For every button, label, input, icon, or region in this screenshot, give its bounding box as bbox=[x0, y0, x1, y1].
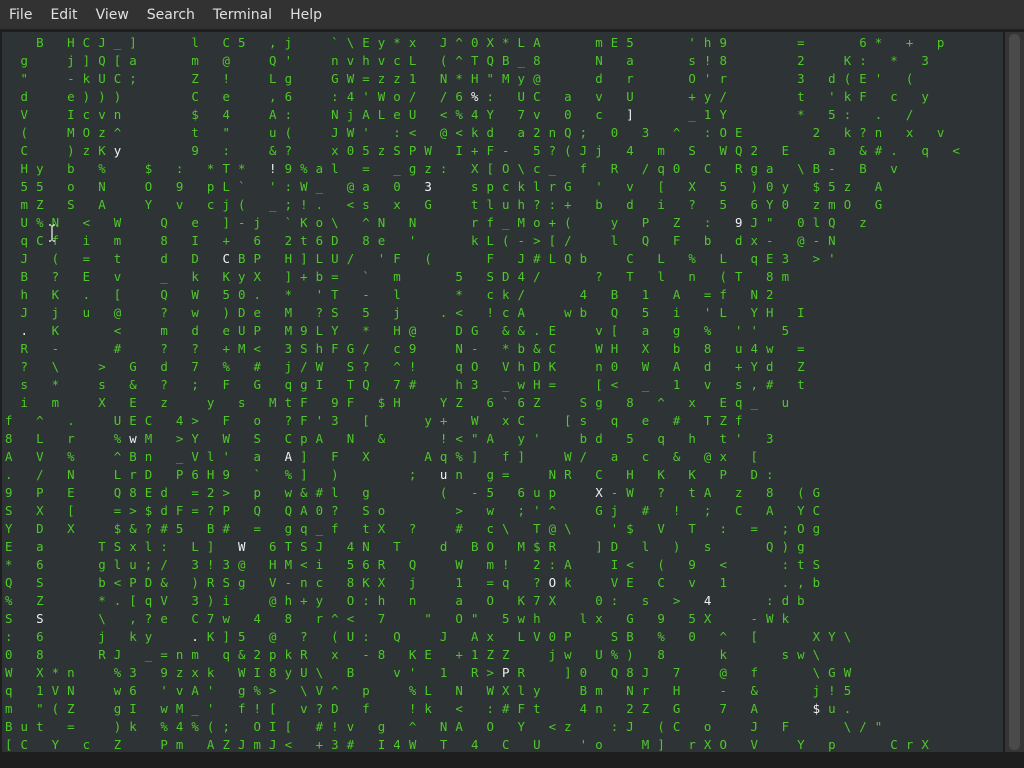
vertical-scrollbar[interactable] bbox=[1004, 32, 1024, 752]
terminal-line: 5 5 o N O 9 p L ` ' : W _ @ a 0 3 s p c … bbox=[20, 179, 883, 194]
terminal-line: A V % ^ B n _ V l ' a A ] F X A q % ] f … bbox=[5, 449, 759, 464]
terminal-line: m Z S A Y v c j ( _ ; ! . < s x G t l u … bbox=[20, 197, 883, 212]
window-bottom-edge bbox=[0, 752, 1024, 768]
terminal-line: R - # ? ? + M < 3 S h F G / c 9 N - * b … bbox=[20, 341, 805, 356]
terminal-line: 9 P E Q 8 E d = 2 > p w & # l g ( - 5 6 … bbox=[5, 485, 821, 500]
terminal-line: s * s & ? ; F G q g I T Q 7 # h 3 _ w H … bbox=[20, 377, 805, 392]
terminal-line: 0 8 R J _ = n m q & 2 p k R x - 8 K E + … bbox=[5, 647, 821, 662]
terminal-line: : 6 j k y . K ] 5 @ ? ( U : Q J A x L V … bbox=[5, 629, 852, 644]
terminal-line: B u t = ) k % 4 % ( ; O I [ # ! v g ^ N … bbox=[5, 719, 883, 734]
menu-help[interactable]: Help bbox=[281, 0, 331, 30]
menu-view[interactable]: View bbox=[87, 0, 138, 30]
terminal-line: Y D X $ & ? # 5 B # = g q _ f t X ? # c … bbox=[5, 521, 821, 536]
terminal-line: V I c v n $ 4 A : N j A L e U < % 4 Y 7 … bbox=[20, 107, 914, 122]
terminal-line: q 1 V N w 6 ' v A ' g % > \ V ^ p % L N … bbox=[5, 683, 852, 698]
terminal-line: ? \ > G d 7 % # j / W S ? ^ ! q O V h D … bbox=[20, 359, 805, 374]
terminal-line: 8 L r % w M > Y W S C p A N & ! < " A y … bbox=[5, 431, 774, 446]
terminal-line: f ^ . U E C 4 > F o ? F ' 3 [ y + W x C … bbox=[5, 413, 743, 428]
menu-bar: File Edit View Search Terminal Help bbox=[0, 0, 1024, 30]
terminal-line: S S \ , ? e C 7 w 4 8 r ^ < 7 " O " 5 w … bbox=[5, 611, 790, 626]
terminal-line: i m X E z y s M t F 9 F $ H Y Z 6 ` 6 Z … bbox=[20, 395, 790, 410]
menu-edit[interactable]: Edit bbox=[41, 0, 86, 30]
terminal-line: Q S b < P D & ) R S g V - n c 8 K X j 1 … bbox=[5, 575, 821, 590]
terminal-line: H y b % $ : * T * ! 9 % a l = _ g z : X … bbox=[20, 161, 899, 176]
ibeam-cursor-icon bbox=[49, 224, 55, 242]
terminal-window: File Edit View Search Terminal Help B H … bbox=[0, 0, 1024, 768]
terminal-line: m " ( Z g I w M _ ' f ! [ v ? D f ! k < … bbox=[5, 701, 852, 716]
terminal-line: % Z * . [ q V 3 ) i @ h + y O : h n a O … bbox=[5, 593, 805, 608]
scrollbar-thumb[interactable] bbox=[1009, 34, 1020, 750]
menu-terminal[interactable]: Terminal bbox=[204, 0, 281, 30]
terminal-line: J ( = t d D C B P H ] L U / ' F ( F J # … bbox=[20, 251, 836, 266]
terminal-line: S X [ = > $ d F = ? P Q Q A 0 ? S o > w … bbox=[5, 503, 821, 518]
terminal-line: * 6 g l u ; / 3 ! 3 @ H M < i 5 6 R Q W … bbox=[5, 557, 821, 572]
terminal-output[interactable]: B H C J _ ] l C 5 , j ` \ E y * x J ^ 0 … bbox=[2, 32, 1003, 752]
menu-search[interactable]: Search bbox=[138, 0, 204, 30]
terminal-line: g j ] Q [ a m @ Q ' n v h v c L ( ^ T Q … bbox=[20, 53, 930, 68]
menu-file[interactable]: File bbox=[0, 0, 41, 30]
terminal-line: [ C Y c Z P m A Z J m J < + 3 # I 4 W T … bbox=[5, 737, 930, 752]
terminal-line: W X * n % 3 9 z x k W I 8 y U \ B v ' 1 … bbox=[5, 665, 852, 680]
terminal-line: J j u @ ? w ) D e M ? S 5 j . < ! c A w … bbox=[20, 305, 805, 320]
terminal-line: . / N L r D P 6 H 9 ` % ] ) ; u n g = N … bbox=[5, 467, 774, 482]
terminal-line: ( M O z ^ t " u ( J W ' : < @ < k d a 2 … bbox=[20, 125, 945, 140]
matrix-rain-text: B H C J _ ] l C 5 , j ` \ E y * x J ^ 0 … bbox=[5, 34, 960, 752]
terminal-line: d e ) ) ) C e , 6 : 4 ' W o / / 6 % : U … bbox=[20, 89, 930, 104]
terminal-line: h K . [ Q W 5 0 . * ' T - l * c k / 4 B … bbox=[20, 287, 774, 302]
terminal-line: B H C J _ ] l C 5 , j ` \ E y * x J ^ 0 … bbox=[36, 35, 945, 50]
terminal-line: B ? E v _ k K y X ] + b = ` m 5 S D 4 / … bbox=[20, 269, 790, 284]
terminal-line: " - k U C ; Z ! L g G W = z z 1 N * H " … bbox=[20, 71, 914, 86]
terminal-line: . K < m d e U P M 9 L Y * H @ D G & & . … bbox=[20, 323, 790, 338]
terminal-line: q C f i m 8 I + 6 2 t 6 D 8 e ' k L ( - … bbox=[20, 233, 836, 248]
terminal-line: E a T S x l : L ] W 6 T S J 4 N T d B O … bbox=[5, 539, 805, 554]
terminal-line: C ) z K y 9 : & ? x 0 5 z S P W I + F - … bbox=[20, 143, 961, 158]
terminal-line: U % N < W Q e ] - j ` K o \ ^ N N r f _ … bbox=[20, 215, 867, 230]
